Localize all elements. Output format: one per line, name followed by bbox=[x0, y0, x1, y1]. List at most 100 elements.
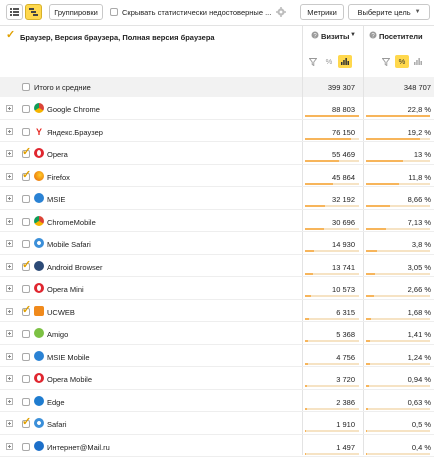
table-row[interactable]: MSIE32 1928,66 % bbox=[0, 187, 434, 210]
metrics-button[interactable]: Метрики bbox=[300, 4, 344, 20]
browser-name[interactable]: Opera Mobile bbox=[47, 375, 92, 384]
visitors-percent-value: 1,68 % bbox=[408, 308, 431, 317]
table-row[interactable]: ✓Safari1 9100,5 % bbox=[0, 412, 434, 435]
expand-row-icon[interactable] bbox=[6, 375, 13, 382]
browser-name[interactable]: ChromeMobile bbox=[47, 218, 96, 227]
visitors-percent-value: 3,05 % bbox=[408, 263, 431, 272]
expand-row-icon[interactable] bbox=[6, 263, 13, 270]
expand-row-icon[interactable] bbox=[6, 173, 13, 180]
expand-row-icon[interactable] bbox=[6, 308, 13, 315]
browser-name[interactable]: Интернет@Mail.ru bbox=[47, 443, 110, 452]
totals-checkbox[interactable] bbox=[22, 83, 30, 91]
browser-name[interactable]: MSIE bbox=[47, 195, 65, 204]
expand-row-icon[interactable] bbox=[6, 353, 13, 360]
table-row[interactable]: ✓Android Browser13 7413,05 % bbox=[0, 255, 434, 278]
visitors-bar-track bbox=[366, 363, 430, 365]
visitors-bar-track bbox=[366, 340, 430, 342]
table-row[interactable]: ChromeMobile30 6967,13 % bbox=[0, 210, 434, 233]
table-row[interactable]: Google Chrome88 80322,8 % bbox=[0, 97, 434, 120]
table-row[interactable]: Edge2 3860,63 % bbox=[0, 390, 434, 413]
row-checkbox[interactable] bbox=[22, 105, 30, 113]
visits-percent-button[interactable]: % bbox=[322, 55, 336, 68]
table-row[interactable]: ✓UCWEB6 3151,68 % bbox=[0, 300, 434, 323]
table-row[interactable]: YЯндекс.Браузер76 15019,2 % bbox=[0, 120, 434, 143]
expand-row-icon[interactable] bbox=[6, 240, 13, 247]
settings-gear-icon[interactable] bbox=[276, 7, 286, 17]
chevron-down-icon: ▼ bbox=[415, 9, 421, 15]
row-checkbox[interactable] bbox=[22, 375, 30, 383]
row-checkbox[interactable] bbox=[22, 195, 30, 203]
expand-row-icon[interactable] bbox=[6, 150, 13, 157]
groupings-button[interactable]: Группировки bbox=[49, 4, 103, 20]
totals-label: Итого и средние bbox=[34, 83, 91, 92]
row-checkbox[interactable] bbox=[22, 218, 30, 226]
row-checkbox[interactable] bbox=[22, 285, 30, 293]
browser-name[interactable]: Safari bbox=[47, 420, 67, 429]
expand-row-icon[interactable] bbox=[6, 285, 13, 292]
visitors-bar-track bbox=[366, 318, 430, 320]
hide-stats-checkbox[interactable] bbox=[110, 8, 118, 16]
table-row[interactable]: Opera Mobile3 7200,94 % bbox=[0, 367, 434, 390]
expand-row-icon[interactable] bbox=[6, 330, 13, 337]
browser-name[interactable]: Opera Mini bbox=[47, 285, 84, 294]
row-checkbox[interactable] bbox=[22, 353, 30, 361]
visitors-filter-button[interactable] bbox=[379, 55, 393, 68]
browser-name[interactable]: MSIE Mobile bbox=[47, 353, 90, 362]
visits-bars-button[interactable] bbox=[338, 55, 352, 68]
browser-name[interactable]: Android Browser bbox=[47, 263, 102, 272]
table-row[interactable]: MSIE Mobile4 7561,24 % bbox=[0, 345, 434, 368]
visitors-percent-value: 0,94 % bbox=[408, 375, 431, 384]
visitors-header[interactable]: Посетители bbox=[379, 32, 423, 41]
expand-row-icon[interactable] bbox=[6, 105, 13, 112]
expand-row-icon[interactable] bbox=[6, 218, 13, 225]
row-checkbox[interactable] bbox=[22, 443, 30, 451]
table-row[interactable]: Mobile Safari14 9303,8 % bbox=[0, 232, 434, 255]
expand-row-icon[interactable] bbox=[6, 398, 13, 405]
visits-value: 30 696 bbox=[332, 218, 355, 227]
visits-bar-track bbox=[305, 318, 359, 320]
expand-row-icon[interactable] bbox=[6, 443, 13, 450]
expand-row-icon[interactable] bbox=[6, 128, 13, 135]
visitors-percent-value: 2,66 % bbox=[408, 285, 431, 294]
browser-name[interactable]: Opera bbox=[47, 150, 68, 159]
list-view-button[interactable] bbox=[6, 4, 23, 20]
row-checkbox[interactable] bbox=[22, 398, 30, 406]
visits-header[interactable]: Визиты bbox=[321, 32, 349, 41]
table-row[interactable]: Amigo5 3681,41 % bbox=[0, 322, 434, 345]
safari-icon bbox=[34, 418, 44, 428]
table-row[interactable]: ✓Opera55 46913 % bbox=[0, 142, 434, 165]
header-checkmark-icon[interactable]: ✓ bbox=[6, 30, 15, 40]
goal-select[interactable]: Выберите цель ▼ bbox=[348, 4, 430, 20]
visitors-bar bbox=[366, 273, 375, 275]
visits-bar-track bbox=[305, 453, 359, 455]
visitors-percent-button[interactable]: % bbox=[395, 55, 409, 68]
visits-help-icon[interactable]: ? bbox=[311, 31, 319, 39]
browser-name[interactable]: Яндекс.Браузер bbox=[47, 128, 103, 137]
visitors-bars-button[interactable] bbox=[411, 55, 425, 68]
browser-name[interactable]: Google Chrome bbox=[47, 105, 100, 114]
visits-filter-button[interactable] bbox=[306, 55, 320, 68]
tree-view-button[interactable] bbox=[25, 4, 42, 20]
row-checkbox[interactable] bbox=[22, 128, 30, 136]
row-checkbox[interactable] bbox=[22, 330, 30, 338]
visitors-percent-value: 13 % bbox=[414, 150, 431, 159]
visitors-bar bbox=[366, 183, 399, 185]
visitors-help-icon[interactable]: ? bbox=[369, 31, 377, 39]
table-row[interactable]: ✓Firefox45 86411,8 % bbox=[0, 165, 434, 188]
browser-name[interactable]: Firefox bbox=[47, 173, 70, 182]
filter-icon bbox=[309, 58, 317, 66]
table-row[interactable]: Opera Mini10 5732,66 % bbox=[0, 277, 434, 300]
visits-value: 76 150 bbox=[332, 128, 355, 137]
browser-name[interactable]: Edge bbox=[47, 398, 65, 407]
browser-name[interactable]: Amigo bbox=[47, 330, 68, 339]
opera-icon bbox=[34, 148, 44, 158]
row-checkbox[interactable] bbox=[22, 240, 30, 248]
expand-row-icon[interactable] bbox=[6, 420, 13, 427]
visitors-bar-track bbox=[366, 430, 430, 432]
table-row[interactable]: Интернет@Mail.ru1 4970,4 % bbox=[0, 435, 434, 457]
browser-name[interactable]: UCWEB bbox=[47, 308, 75, 317]
visits-bar bbox=[305, 385, 307, 387]
expand-row-icon[interactable] bbox=[6, 195, 13, 202]
browser-name[interactable]: Mobile Safari bbox=[47, 240, 91, 249]
sort-desc-icon[interactable]: ▼ bbox=[350, 32, 356, 38]
